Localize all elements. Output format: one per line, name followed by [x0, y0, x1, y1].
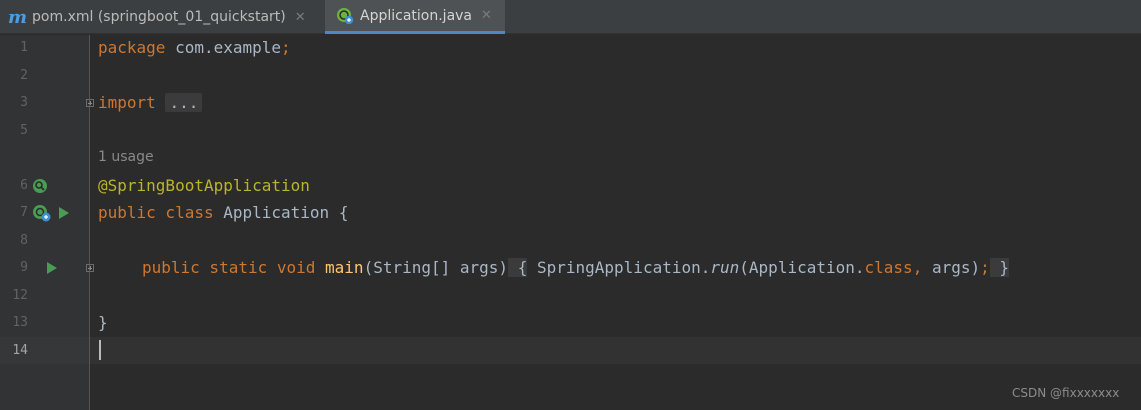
keyword: class	[864, 258, 913, 277]
tab-pom-xml[interactable]: m pom.xml (springboot_01_quickstart) ✕	[0, 0, 324, 34]
line-number: 7	[20, 205, 28, 220]
tab-label: pom.xml (springboot_01_quickstart)	[32, 9, 286, 25]
brace: {	[517, 258, 528, 277]
line-number: 8	[20, 233, 28, 248]
editor-tab-bar: m pom.xml (springboot_01_quickstart) ✕ A…	[0, 0, 1141, 34]
spring-boot-app-icon[interactable]	[32, 203, 52, 227]
class-declaration: Application {	[213, 203, 349, 222]
closing-brace: }	[98, 313, 108, 332]
annotation: @SpringBootApplication	[98, 176, 310, 195]
static-method: run	[710, 258, 740, 277]
code-line-6: @SpringBootApplication	[98, 176, 310, 196]
run-icon[interactable]	[47, 262, 57, 274]
code-line-13: }	[98, 313, 108, 333]
package-name: com.example	[165, 38, 282, 57]
fold-expand-icon[interactable]	[86, 99, 94, 107]
code-line-7: public class Application {	[98, 203, 348, 223]
keyword: public class	[98, 203, 214, 222]
current-line-highlight	[90, 337, 1141, 364]
code-line-3: import ...	[98, 93, 203, 113]
call-arg: args)	[922, 258, 981, 277]
code-line-1: package com.example;	[98, 38, 291, 58]
line-number: 9	[20, 260, 28, 275]
spring-bean-search-icon[interactable]	[32, 177, 50, 199]
keyword: package	[98, 38, 166, 57]
close-icon[interactable]: ✕	[295, 10, 306, 25]
run-icon[interactable]	[59, 207, 69, 219]
line-number-current: 14	[12, 343, 28, 358]
code-line-9: public static void main(String[] args) {…	[142, 258, 1010, 278]
tab-application-java[interactable]: Application.java ✕	[325, 0, 505, 34]
line-number: 13	[12, 315, 28, 330]
method-name: main	[325, 258, 364, 277]
line-number: 2	[20, 68, 28, 83]
text-caret	[99, 340, 101, 360]
keyword: import	[98, 93, 156, 112]
method-params: (String[] args)	[363, 258, 509, 277]
fold-expand-icon[interactable]	[86, 264, 94, 272]
line-number: 5	[20, 123, 28, 138]
semicolon: ;	[980, 258, 990, 277]
folded-imports[interactable]: ...	[165, 93, 203, 112]
watermark: CSDN @fixxxxxxx	[1012, 386, 1120, 400]
call-arg: (Application.	[739, 258, 865, 277]
folded-brace-close: }	[989, 258, 1010, 277]
line-number: 3	[20, 95, 28, 110]
maven-icon: m	[8, 6, 27, 28]
usage-hint[interactable]: 1 usage	[98, 149, 154, 165]
tab-label: Application.java	[360, 7, 473, 24]
line-number: 6	[20, 178, 28, 193]
keyword: public static void	[142, 258, 316, 277]
folded-brace-open: {	[508, 258, 528, 277]
line-number: 12	[12, 288, 28, 303]
brace: }	[999, 258, 1010, 277]
line-number: 1	[20, 40, 28, 55]
close-icon[interactable]: ✕	[481, 8, 492, 23]
call-target: SpringApplication.	[527, 258, 711, 277]
semicolon: ;	[281, 38, 291, 57]
spring-boot-icon	[336, 7, 354, 25]
comma: ,	[912, 258, 923, 277]
